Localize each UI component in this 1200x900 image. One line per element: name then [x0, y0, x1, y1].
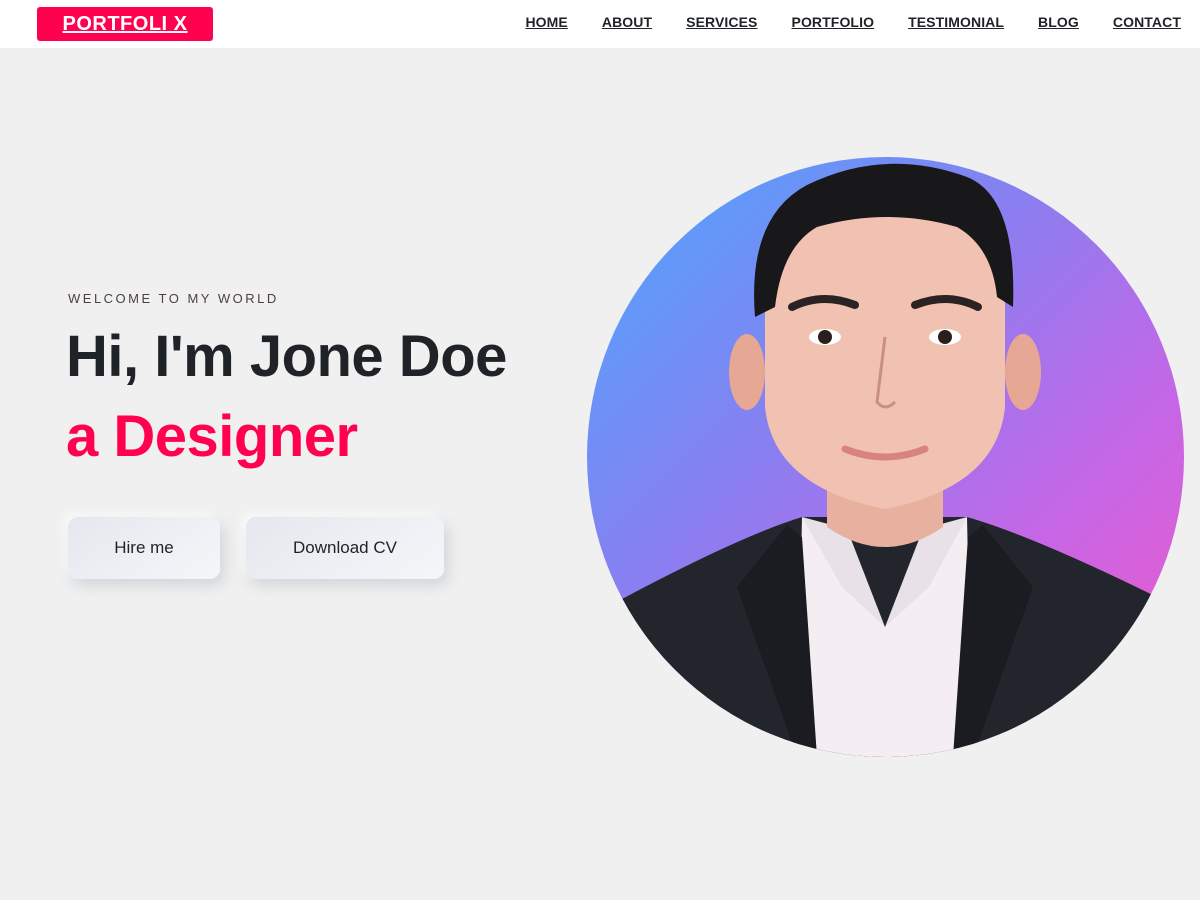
logo[interactable]: PORTFOLI X: [37, 7, 213, 41]
download-cv-button[interactable]: Download CV: [246, 517, 444, 579]
nav-contact[interactable]: CONTACT: [1113, 14, 1181, 30]
nav-home[interactable]: HOME: [525, 14, 567, 30]
nav-blog[interactable]: BLOG: [1038, 14, 1079, 30]
hire-me-button[interactable]: Hire me: [68, 517, 220, 579]
profile-photo: [587, 157, 1184, 757]
nav-services[interactable]: SERVICES: [686, 14, 757, 30]
welcome-text: WELCOME TO MY WORLD: [68, 291, 279, 306]
nav-about[interactable]: ABOUT: [602, 14, 652, 30]
site-header: PORTFOLI X HOME ABOUT SERVICES PORTFOLIO…: [0, 0, 1200, 48]
nav-portfolio[interactable]: PORTFOLIO: [792, 14, 875, 30]
profile-photo-illustration: [587, 163, 1184, 757]
main-nav: HOME ABOUT SERVICES PORTFOLIO TESTIMONIA…: [525, 0, 1181, 44]
hero-subtitle: a Designer: [66, 404, 358, 469]
nav-testimonial[interactable]: TESTIMONIAL: [908, 14, 1004, 30]
hero-title: Hi, I'm Jone Doe: [66, 324, 507, 389]
